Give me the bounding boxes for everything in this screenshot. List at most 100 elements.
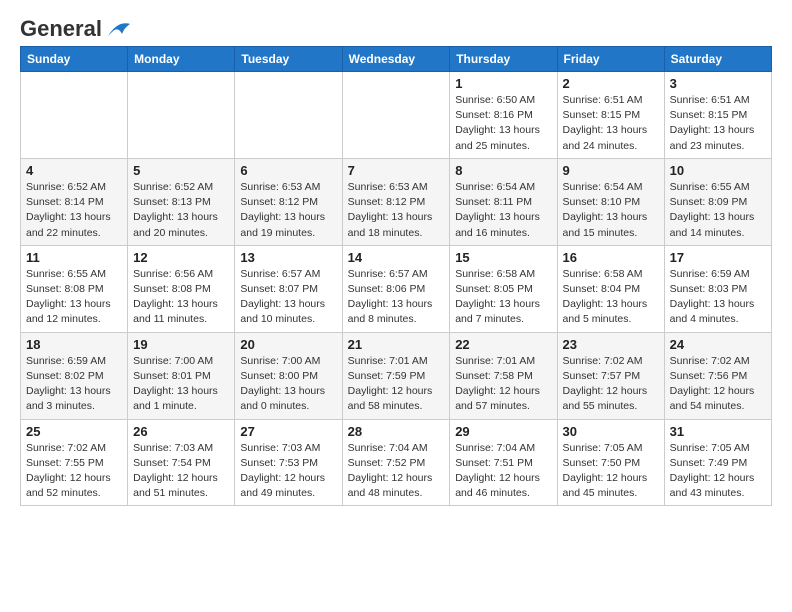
calendar-cell: 4 Sunrise: 6:52 AM Sunset: 8:14 PM Daylig… (21, 158, 128, 245)
calendar-cell: 1Sunrise: 6:50 AM Sunset: 8:16 PM Daylig… (450, 72, 557, 159)
logo-bird-icon (104, 18, 132, 40)
calendar-cell: 25 Sunrise: 7:02 AM Sunset: 7:55 PM Dayli… (21, 419, 128, 506)
day-detail: Sunrise: 7:05 AM Sunset: 7:49 PM Dayligh… (670, 442, 755, 500)
weekday-header-friday: Friday (557, 47, 664, 72)
calendar-cell (21, 72, 128, 159)
weekday-header-thursday: Thursday (450, 47, 557, 72)
day-number: 17 (670, 250, 766, 265)
day-number: 3 (670, 76, 766, 91)
day-detail: Sunrise: 6:51 AM Sunset: 8:15 PM Dayligh… (563, 94, 648, 152)
day-detail: Sunrise: 7:05 AM Sunset: 7:50 PM Dayligh… (563, 442, 648, 500)
calendar-cell: 12 Sunrise: 6:56 AM Sunset: 8:08 PM Dayli… (128, 245, 235, 332)
day-number: 27 (240, 424, 336, 439)
calendar-cell: 3 Sunrise: 6:51 AM Sunset: 8:15 PM Daylig… (664, 72, 771, 159)
day-number: 8 (455, 163, 551, 178)
day-number: 31 (670, 424, 766, 439)
day-number: 24 (670, 337, 766, 352)
day-detail: Sunrise: 6:51 AM Sunset: 8:15 PM Dayligh… (670, 94, 755, 152)
calendar-cell: 29 Sunrise: 7:04 AM Sunset: 7:51 PM Dayli… (450, 419, 557, 506)
calendar-cell (128, 72, 235, 159)
calendar-cell: 24Sunrise: 7:02 AM Sunset: 7:56 PM Dayli… (664, 332, 771, 419)
day-number: 12 (133, 250, 229, 265)
day-detail: Sunrise: 6:59 AM Sunset: 8:03 PM Dayligh… (670, 268, 755, 326)
calendar-cell: 14 Sunrise: 6:57 AM Sunset: 8:06 PM Dayli… (342, 245, 450, 332)
day-number: 16 (563, 250, 659, 265)
calendar-cell: 22 Sunrise: 7:01 AM Sunset: 7:58 PM Dayli… (450, 332, 557, 419)
calendar-cell: 23Sunrise: 7:02 AM Sunset: 7:57 PM Dayli… (557, 332, 664, 419)
calendar-cell: 5 Sunrise: 6:52 AM Sunset: 8:13 PM Daylig… (128, 158, 235, 245)
day-detail: Sunrise: 7:02 AM Sunset: 7:57 PM Dayligh… (563, 355, 648, 413)
day-detail: Sunrise: 7:03 AM Sunset: 7:54 PM Dayligh… (133, 442, 218, 500)
weekday-header-saturday: Saturday (664, 47, 771, 72)
calendar-cell: 17 Sunrise: 6:59 AM Sunset: 8:03 PM Dayli… (664, 245, 771, 332)
day-number: 25 (26, 424, 122, 439)
calendar-cell: 15 Sunrise: 6:58 AM Sunset: 8:05 PM Dayli… (450, 245, 557, 332)
day-number: 29 (455, 424, 551, 439)
day-detail: Sunrise: 7:01 AM Sunset: 7:59 PM Dayligh… (348, 355, 433, 413)
calendar-cell (342, 72, 450, 159)
calendar-cell: 31 Sunrise: 7:05 AM Sunset: 7:49 PM Dayli… (664, 419, 771, 506)
day-number: 10 (670, 163, 766, 178)
day-detail: Sunrise: 6:54 AM Sunset: 8:10 PM Dayligh… (563, 181, 648, 239)
calendar-body: 1Sunrise: 6:50 AM Sunset: 8:16 PM Daylig… (21, 72, 772, 506)
calendar-cell: 21 Sunrise: 7:01 AM Sunset: 7:59 PM Dayli… (342, 332, 450, 419)
day-number: 21 (348, 337, 445, 352)
day-detail: Sunrise: 6:58 AM Sunset: 8:04 PM Dayligh… (563, 268, 648, 326)
day-detail: Sunrise: 6:57 AM Sunset: 8:06 PM Dayligh… (348, 268, 433, 326)
day-number: 26 (133, 424, 229, 439)
calendar-cell: 18Sunrise: 6:59 AM Sunset: 8:02 PM Dayli… (21, 332, 128, 419)
day-detail: Sunrise: 6:52 AM Sunset: 8:13 PM Dayligh… (133, 181, 218, 239)
day-detail: Sunrise: 7:04 AM Sunset: 7:52 PM Dayligh… (348, 442, 433, 500)
logo-general: General (20, 16, 102, 42)
weekday-header-row: SundayMondayTuesdayWednesdayThursdayFrid… (21, 47, 772, 72)
calendar-week-1: 1Sunrise: 6:50 AM Sunset: 8:16 PM Daylig… (21, 72, 772, 159)
calendar-cell: 9 Sunrise: 6:54 AM Sunset: 8:10 PM Daylig… (557, 158, 664, 245)
header: General (20, 16, 772, 36)
calendar-cell: 8Sunrise: 6:54 AM Sunset: 8:11 PM Daylig… (450, 158, 557, 245)
day-number: 2 (563, 76, 659, 91)
day-detail: Sunrise: 6:50 AM Sunset: 8:16 PM Dayligh… (455, 94, 540, 152)
weekday-header-sunday: Sunday (21, 47, 128, 72)
day-detail: Sunrise: 7:03 AM Sunset: 7:53 PM Dayligh… (240, 442, 325, 500)
calendar-cell: 20Sunrise: 7:00 AM Sunset: 8:00 PM Dayli… (235, 332, 342, 419)
day-detail: Sunrise: 6:53 AM Sunset: 8:12 PM Dayligh… (348, 181, 433, 239)
day-number: 9 (563, 163, 659, 178)
day-detail: Sunrise: 6:59 AM Sunset: 8:02 PM Dayligh… (26, 355, 111, 413)
calendar-cell: 30 Sunrise: 7:05 AM Sunset: 7:50 PM Dayli… (557, 419, 664, 506)
day-number: 4 (26, 163, 122, 178)
day-number: 28 (348, 424, 445, 439)
day-detail: Sunrise: 6:56 AM Sunset: 8:08 PM Dayligh… (133, 268, 218, 326)
day-detail: Sunrise: 7:02 AM Sunset: 7:55 PM Dayligh… (26, 442, 111, 500)
calendar-cell: 28 Sunrise: 7:04 AM Sunset: 7:52 PM Dayli… (342, 419, 450, 506)
weekday-header-wednesday: Wednesday (342, 47, 450, 72)
day-detail: Sunrise: 6:53 AM Sunset: 8:12 PM Dayligh… (240, 181, 325, 239)
calendar-cell: 7 Sunrise: 6:53 AM Sunset: 8:12 PM Daylig… (342, 158, 450, 245)
day-number: 13 (240, 250, 336, 265)
day-number: 19 (133, 337, 229, 352)
day-number: 11 (26, 250, 122, 265)
day-detail: Sunrise: 7:04 AM Sunset: 7:51 PM Dayligh… (455, 442, 540, 500)
calendar-cell: 27 Sunrise: 7:03 AM Sunset: 7:53 PM Dayli… (235, 419, 342, 506)
day-detail: Sunrise: 6:52 AM Sunset: 8:14 PM Dayligh… (26, 181, 111, 239)
calendar-cell: 2 Sunrise: 6:51 AM Sunset: 8:15 PM Daylig… (557, 72, 664, 159)
day-number: 15 (455, 250, 551, 265)
day-number: 30 (563, 424, 659, 439)
calendar-cell: 6Sunrise: 6:53 AM Sunset: 8:12 PM Daylig… (235, 158, 342, 245)
calendar-cell: 19 Sunrise: 7:00 AM Sunset: 8:01 PM Dayli… (128, 332, 235, 419)
calendar: SundayMondayTuesdayWednesdayThursdayFrid… (20, 46, 772, 506)
weekday-header-monday: Monday (128, 47, 235, 72)
day-number: 5 (133, 163, 229, 178)
day-number: 14 (348, 250, 445, 265)
day-detail: Sunrise: 6:58 AM Sunset: 8:05 PM Dayligh… (455, 268, 540, 326)
day-detail: Sunrise: 6:55 AM Sunset: 8:08 PM Dayligh… (26, 268, 111, 326)
day-detail: Sunrise: 6:55 AM Sunset: 8:09 PM Dayligh… (670, 181, 755, 239)
calendar-cell (235, 72, 342, 159)
calendar-week-3: 11 Sunrise: 6:55 AM Sunset: 8:08 PM Dayli… (21, 245, 772, 332)
calendar-cell: 13Sunrise: 6:57 AM Sunset: 8:07 PM Dayli… (235, 245, 342, 332)
day-detail: Sunrise: 7:01 AM Sunset: 7:58 PM Dayligh… (455, 355, 540, 413)
calendar-week-4: 18Sunrise: 6:59 AM Sunset: 8:02 PM Dayli… (21, 332, 772, 419)
day-number: 22 (455, 337, 551, 352)
logo: General (20, 16, 132, 36)
day-number: 7 (348, 163, 445, 178)
day-detail: Sunrise: 7:00 AM Sunset: 8:01 PM Dayligh… (133, 355, 218, 413)
